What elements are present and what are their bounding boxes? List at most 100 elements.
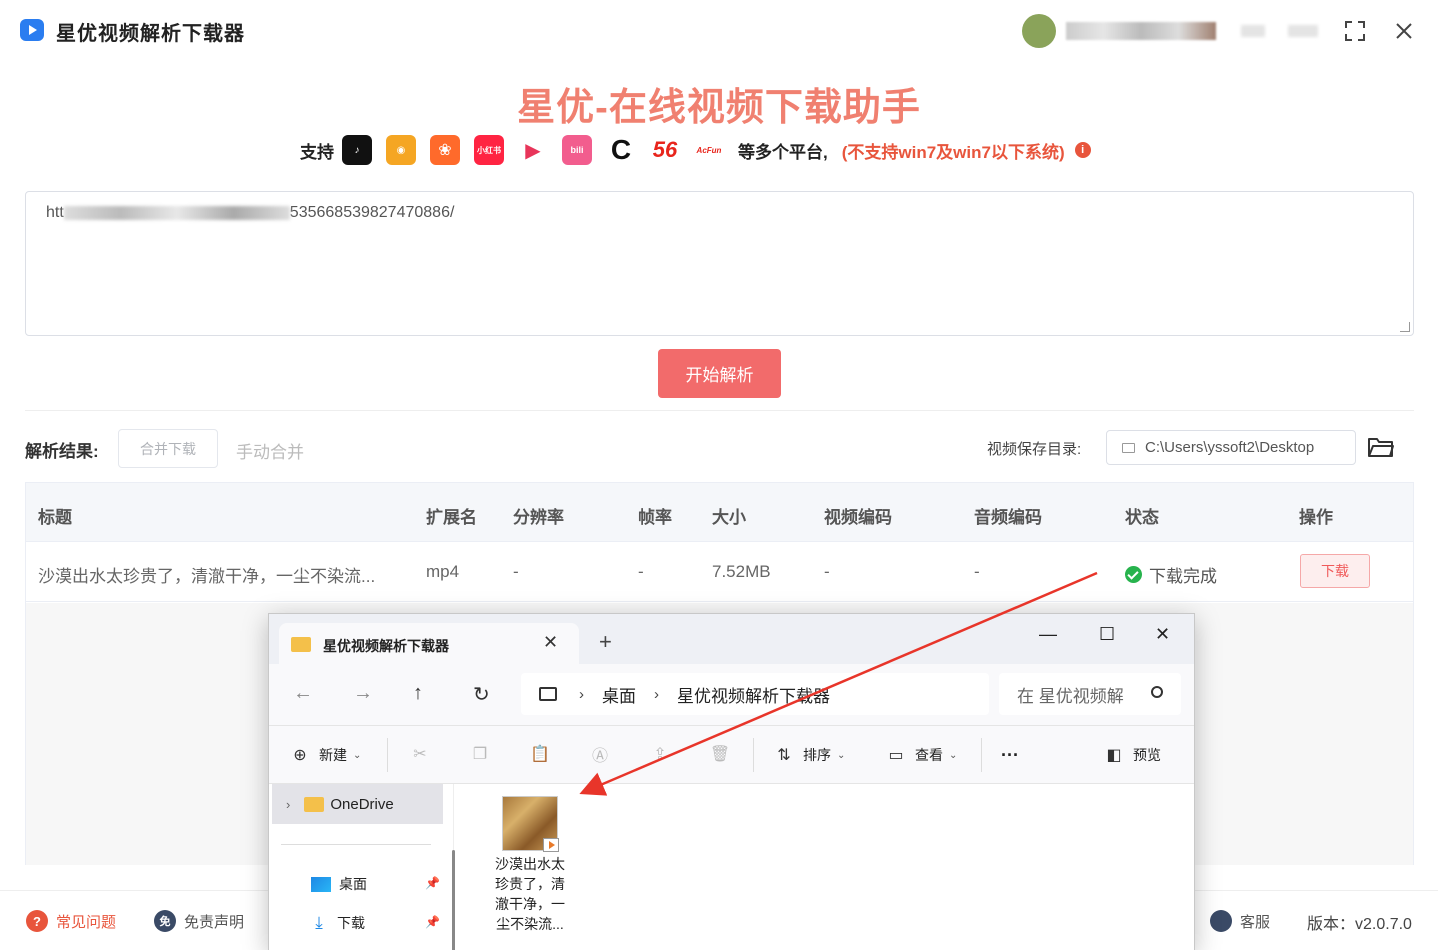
check-circle-icon [1125,566,1142,583]
delete-button[interactable]: 🗑 [709,745,739,763]
sidebar-item-onedrive[interactable]: › OneDrive [272,784,443,824]
table-row: 沙漠出水太珍贵了，清澈干净，一尘不染流... mp4 - - 7.52MB - … [26,542,1413,602]
chevron-down-icon: ⌄ [353,749,362,761]
question-icon: ? [26,910,48,932]
user-avatar[interactable] [1022,14,1056,48]
up-arrow-icon[interactable]: ↑ [413,682,423,705]
start-parse-button[interactable]: 开始解析 [658,349,781,398]
toolbar-separator [387,738,388,772]
close-button[interactable] [1391,18,1417,44]
address-bar[interactable]: › 桌面 › 星优视频解析下载器 [521,673,989,715]
disclaimer-link[interactable]: 免 免责声明 [154,910,244,932]
pin-icon[interactable]: 📌 [425,876,440,890]
col-size: 大小 [712,508,746,527]
video-file-icon [543,838,559,852]
app-title: 星优视频解析下载器 [56,23,245,45]
sidebar-item-downloads[interactable]: ⤓ 下载 [311,913,365,933]
search-icon [1151,686,1163,698]
merge-download-button[interactable]: 合并下载 [118,429,218,468]
toolbar-separator [981,738,982,772]
rename-button[interactable]: Ⓐ [591,745,619,765]
url-input[interactable]: htt 535668539827470886/ [25,191,1414,336]
sidebar-scrollbar[interactable] [452,850,455,950]
download-button[interactable]: 下载 [1300,554,1370,588]
explorer-content: 沙漠出水太 珍贵了，清 澈干净，一 尘不染流... [466,784,1194,950]
url-blurred-part [63,205,290,220]
col-action: 操作 [1299,508,1333,527]
view-label: 查看 [915,747,943,763]
cell-size: 7.52MB [712,562,771,581]
save-dir-input[interactable]: C:\Users\yssoft2\Desktop [1106,430,1356,465]
share-button[interactable]: ⇪ [651,745,679,763]
xigua-icon: ▶ [518,135,548,165]
menu-button[interactable] [1241,25,1265,37]
col-status: 状态 [1125,508,1159,527]
explorer-minimize-icon[interactable]: — [1039,624,1057,645]
sort-icon: ⇅ [777,747,791,764]
preview-label: 预览 [1133,747,1161,763]
cell-title: 沙漠出水太珍贵了，清澈干净，一尘不染流... [38,567,376,586]
back-arrow-icon[interactable]: ← [293,682,313,705]
sidebar-divider [281,844,431,845]
explorer-tab-bar: 星优视频解析下载器 ✕ + — ☐ ✕ [269,614,1194,664]
fullscreen-icon [1345,21,1365,41]
onedrive-label: OneDrive [330,795,394,813]
folder-icon [304,796,325,812]
search-placeholder: 在 星优视频解 [1017,686,1124,706]
folder-icon [1122,443,1135,453]
breadcrumb-folder[interactable]: 星优视频解析下载器 [677,682,830,707]
url-prefix: htt [46,204,64,221]
col-vcodec: 视频编码 [824,508,892,527]
trash-icon: 🗑 [709,746,731,763]
explorer-toolbar: ⊕ 新建 ⌄ ✂ ❐ 📋 Ⓐ ⇪ 🗑 ⇅ 排序 ⌄ ▭ 查看 ⌄ ··· ◧ 预… [269,726,1194,784]
refresh-icon[interactable]: ↻ [473,682,490,707]
open-folder-icon[interactable] [1368,436,1394,458]
user-name-blurred[interactable] [1066,22,1216,40]
service-link[interactable]: 客服 [1210,910,1270,932]
resize-grip-icon[interactable] [1400,322,1410,332]
copy-button[interactable]: ❐ [471,745,499,763]
explorer-maximize-icon[interactable]: ☐ [1099,624,1115,645]
view-icon: ▭ [888,747,904,764]
faq-link[interactable]: ? 常见问题 [26,910,116,932]
maximize-button[interactable] [1342,18,1368,44]
cut-button[interactable]: ✂ [411,745,439,763]
pin-icon[interactable]: 📌 [425,915,440,929]
more-button[interactable]: ··· [1001,745,1019,766]
cell-acodec: - [974,562,980,581]
view-button[interactable]: ▭ 查看 ⌄ [887,745,957,765]
paste-button[interactable]: 📋 [530,745,559,763]
minimize-button[interactable] [1288,25,1318,37]
tab-close-icon[interactable]: ✕ [543,632,558,653]
bilibili-icon: bili [562,135,592,165]
explorer-search-input[interactable]: 在 星优视频解 [999,673,1181,715]
cell-fps: - [638,562,644,581]
hero-title: 星优-在线视频下载助手 [517,87,921,129]
kuaishou-icon: ❀ [430,135,460,165]
new-button[interactable]: ⊕ 新建 ⌄ [291,745,361,765]
faq-label: 常见问题 [56,913,117,931]
explorer-close-icon[interactable]: ✕ [1155,624,1170,645]
plus-circle-icon: ⊕ [293,747,307,764]
breadcrumb-desktop[interactable]: 桌面 [602,682,636,707]
supported-platforms: 支持 ♪ ◉ ❀ 小红书 ▶ bili C 56 AcFun 等多个平台, (不… [300,133,1091,167]
clipboard-icon: 📋 [530,746,550,763]
manual-merge-link[interactable]: 手动合并 [236,438,304,463]
xiaohongshu-icon: 小红书 [474,135,504,165]
forward-arrow-icon[interactable]: → [353,682,373,705]
video-file[interactable]: 沙漠出水太 珍贵了，清 澈干净，一 尘不染流... [490,796,570,934]
info-icon[interactable]: i [1074,142,1091,158]
headset-icon [1210,910,1232,932]
video-thumbnail [502,796,559,852]
new-tab-icon[interactable]: + [599,631,612,653]
sidebar-item-desktop[interactable]: 桌面 [311,874,367,894]
weibo-icon: ◉ [386,135,416,165]
chevron-right-icon[interactable]: › [286,797,290,812]
explorer-tab-title: 星优视频解析下载器 [323,638,449,654]
downloads-label: 下载 [337,915,365,931]
url-suffix: 535668539827470886/ [289,204,455,221]
sort-button[interactable]: ⇅ 排序 ⌄ [775,745,845,765]
explorer-tab[interactable]: 星优视频解析下载器 ✕ [279,623,579,664]
file-name: 沙漠出水太 珍贵了，清 澈干净，一 尘不染流... [495,856,565,932]
preview-button[interactable]: ◧ 预览 [1105,745,1161,765]
